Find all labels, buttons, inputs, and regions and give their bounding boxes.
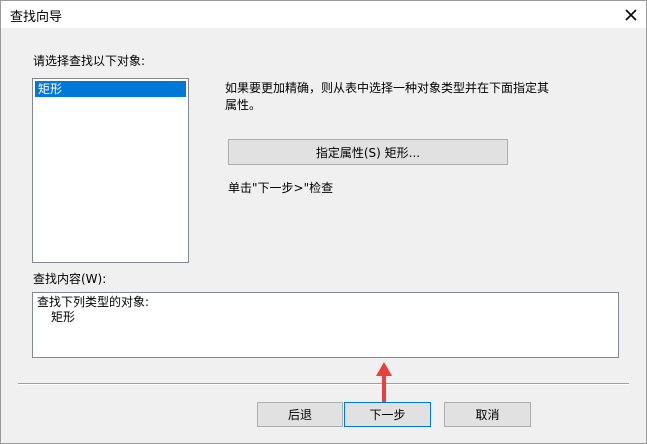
dialog-title: 查找向导: [10, 10, 63, 25]
next-step-instruction: 单击"下一步>"检查: [228, 181, 334, 195]
title-bar: 查找向导: [1, 1, 646, 28]
find-content-box[interactable]: 查找下列类型的对象: 矩形: [32, 292, 619, 358]
next-button[interactable]: 下一步: [344, 402, 431, 427]
specify-properties-button[interactable]: 指定属性(S) 矩形...: [228, 139, 508, 165]
content-line: 矩形: [51, 310, 76, 324]
close-icon: [625, 8, 637, 21]
find-wizard-dialog: 查找向导 请选择查找以下对象: 矩形 如果要更加精确，则从表中选择一种对象类型并…: [0, 0, 647, 444]
object-type-listbox[interactable]: 矩形: [32, 78, 189, 263]
find-content-label: 查找内容(W):: [33, 272, 107, 286]
back-button[interactable]: 后退: [257, 402, 343, 427]
hint-text: 如果要更加精确，则从表中选择一种对象类型并在下面指定其属性。: [225, 81, 550, 112]
select-objects-label: 请选择查找以下对象:: [33, 54, 146, 68]
close-button[interactable]: [616, 1, 646, 28]
separator: [18, 383, 629, 385]
list-item-rectangle[interactable]: 矩形: [35, 81, 186, 97]
content-line: 查找下列类型的对象:: [37, 295, 150, 309]
cancel-button[interactable]: 取消: [444, 402, 531, 427]
red-arrow-annotation: [376, 362, 392, 402]
